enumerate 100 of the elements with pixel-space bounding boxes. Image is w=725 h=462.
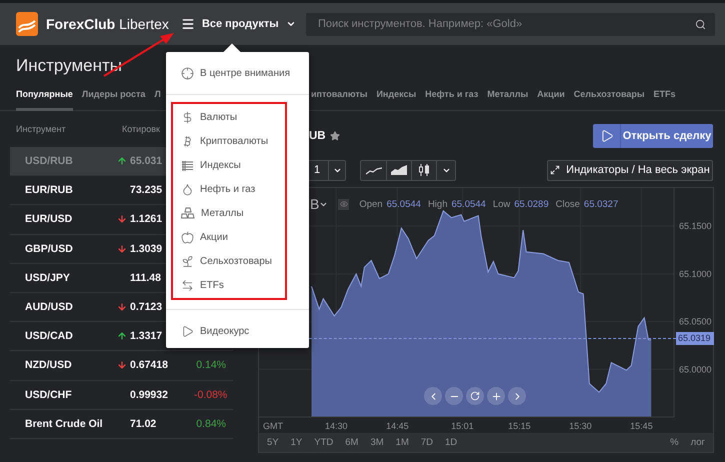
droplet-icon — [181, 182, 194, 196]
axis-label: 15:01 — [451, 421, 474, 431]
scale-option[interactable]: % — [670, 437, 679, 448]
instrument-symbol: UB — [309, 130, 326, 142]
all-products-menu[interactable]: Все продукты — [180, 17, 296, 31]
axis-label: 15:45 — [630, 421, 653, 431]
range-button[interactable]: YTD — [314, 437, 334, 448]
axis-label: 65.0000 — [679, 364, 712, 374]
play-icon — [181, 324, 194, 338]
instrument-name: USD/JPY — [25, 272, 70, 284]
instrument-row[interactable]: Brent Crude Oil 71.02 0.84% — [10, 410, 233, 439]
legend-label: Close — [556, 198, 580, 210]
caret-icon — [286, 19, 296, 29]
legend-value: 65.0327 — [584, 198, 618, 210]
range-button[interactable]: 1Y — [290, 437, 302, 448]
dollar-icon — [181, 110, 194, 124]
search-icon[interactable] — [695, 18, 706, 30]
axis-label: 14:45 — [386, 421, 409, 431]
range-button[interactable]: 6M — [345, 437, 358, 448]
refresh-icon — [470, 391, 480, 401]
axis-label: 65.1500 — [679, 221, 712, 232]
instrument-name: GBP/USD — [25, 242, 73, 255]
candlestick-icon — [418, 164, 430, 176]
axis-label: 15:15 — [508, 421, 531, 431]
instrument-name: Brent Crude Oil — [25, 418, 103, 430]
logo-icon — [16, 12, 38, 36]
timezone-label: GMT — [263, 421, 283, 431]
play-icon — [600, 128, 614, 142]
quote-value: 0.7123 — [130, 301, 162, 314]
category-tab[interactable]: Сельхозтовары — [574, 85, 645, 111]
quote-value: 1.3039 — [130, 242, 162, 255]
lines-icon — [181, 158, 194, 172]
zoom-out-button[interactable] — [445, 387, 463, 405]
instrument-name: NZD/USD — [25, 359, 72, 372]
instrument-name: USD/RUB — [25, 155, 73, 168]
column-header: Инструмент — [16, 124, 66, 134]
zoom-in-button[interactable] — [487, 387, 505, 405]
menu-icon — [180, 17, 195, 31]
category-tab[interactable]: Нефть и газ — [425, 85, 478, 111]
instrument-name: USD/CHF — [25, 388, 72, 401]
category-tab[interactable]: Л — [154, 85, 161, 111]
category-tab[interactable]: Металлы — [487, 85, 528, 111]
instrument-name: EUR/RUB — [25, 184, 73, 196]
category-tab[interactable]: Акции — [537, 85, 565, 111]
menu-item[interactable]: Валюты — [173, 105, 285, 129]
range-button[interactable]: 5Y — [267, 437, 279, 448]
instrument-row[interactable]: NZD/USD 0.67418 0.14% — [10, 351, 233, 380]
range-button[interactable]: 7D — [420, 437, 434, 448]
page-title: Инструменты — [16, 56, 122, 75]
star-icon[interactable] — [330, 130, 340, 140]
category-tab[interactable]: Лидеры роста — [82, 85, 146, 111]
quote-value: 111.48 — [130, 272, 161, 284]
legend-value: 65.0289 — [514, 198, 549, 210]
sprout-icon — [181, 254, 194, 268]
quote-value: 0.67418 — [130, 359, 168, 372]
last-price-tag: 65.0319 — [676, 332, 714, 345]
area-chart-icon — [391, 165, 407, 175]
legend-label: Low — [492, 198, 510, 210]
search-field[interactable]: Поиск инструментов. Например: «Gold» — [306, 12, 715, 36]
change-value: 0.14% — [196, 359, 226, 372]
instrument-row[interactable]: USD/CHF 0.99932 -0.08% — [10, 380, 233, 410]
axis-label: 15:30 — [569, 421, 592, 431]
instrument-name: AUD/USD — [25, 301, 73, 314]
plus-icon — [490, 390, 502, 402]
symbol-dropdown[interactable]: B — [310, 196, 328, 212]
quote-value: 0.99932 — [130, 388, 168, 401]
legend-value: 65.0544 — [386, 198, 421, 210]
indicators-button[interactable]: Индикаторы / На весь экран — [547, 160, 713, 180]
range-button[interactable]: 1M — [396, 437, 409, 448]
legend-value: 65.0544 — [451, 198, 486, 210]
change-value: 0.84% — [196, 418, 226, 430]
reset-button[interactable] — [466, 387, 484, 405]
category-tab[interactable]: ETFs — [654, 85, 676, 111]
ingots-icon — [181, 207, 195, 219]
menu-item[interactable]: В центре внимания — [166, 52, 309, 94]
category-tab[interactable]: Популярные — [16, 85, 73, 111]
scroll-left-button[interactable] — [424, 387, 442, 405]
instrument-name: EUR/USD — [25, 213, 72, 226]
legend-label: Open — [359, 198, 383, 210]
open-trade-button[interactable]: Открыть сделку — [593, 124, 713, 148]
category-tab[interactable]: иптовалюты — [311, 85, 368, 111]
axis-label: 65.0500 — [679, 316, 712, 327]
arrows-icon — [181, 278, 194, 292]
apple-icon — [181, 230, 194, 244]
change-value: -0.08% — [194, 388, 228, 401]
scale-option[interactable]: лог — [690, 437, 705, 448]
line-chart-icon — [366, 166, 382, 174]
eye-icon[interactable] — [338, 198, 350, 210]
scroll-right-button[interactable] — [508, 387, 526, 405]
range-button[interactable]: 3M — [370, 437, 384, 448]
quote-value: 65.031 — [130, 155, 162, 168]
range-button[interactable]: 1D — [445, 437, 458, 448]
quote-value: 1.3317 — [130, 330, 162, 342]
quote-value: 71.02 — [130, 418, 156, 430]
crosshair-icon — [181, 66, 194, 80]
axis-label: 14:30 — [325, 421, 348, 431]
logo-text: ForexClub Libertex — [46, 16, 169, 32]
axis-label: 65.1000 — [679, 268, 712, 279]
category-tab[interactable]: Индексы — [376, 85, 416, 111]
column-header: Котировк — [122, 124, 160, 134]
